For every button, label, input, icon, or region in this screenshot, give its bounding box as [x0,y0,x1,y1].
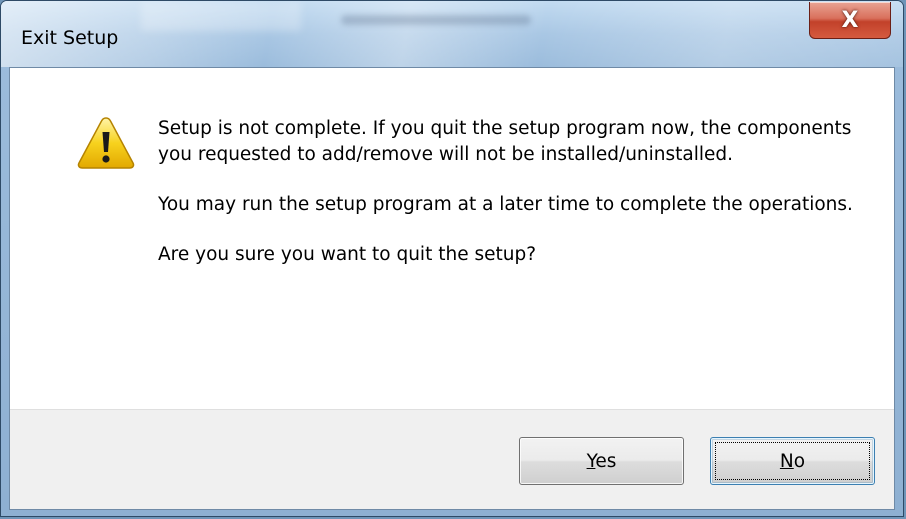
yes-button-label: Yes [586,450,617,472]
title-bar[interactable]: Exit Setup X [1,1,903,67]
message-line-3: Are you sure you want to quit the setup? [158,244,537,265]
no-button[interactable]: No [710,437,875,485]
focus-rectangle [715,442,870,480]
yes-button[interactable]: Yes [519,437,684,485]
dialog-window: Exit Setup X Setup is not complete. If y… [0,0,904,517]
message-line-1: Setup is not complete. If you quit the s… [158,118,852,165]
button-bar: Yes No [10,409,894,509]
background-blur-text [341,15,531,25]
message-line-2: You may run the setup program at a later… [158,194,853,215]
background-blur [141,1,301,31]
warning-icon [77,117,135,169]
message-text: Setup is not complete. If you quit the s… [158,116,858,292]
close-icon: X [841,7,859,33]
close-button[interactable]: X [809,2,891,39]
window-title: Exit Setup [21,27,119,49]
dialog-client-area: Setup is not complete. If you quit the s… [9,67,895,510]
message-area: Setup is not complete. If you quit the s… [10,68,894,409]
